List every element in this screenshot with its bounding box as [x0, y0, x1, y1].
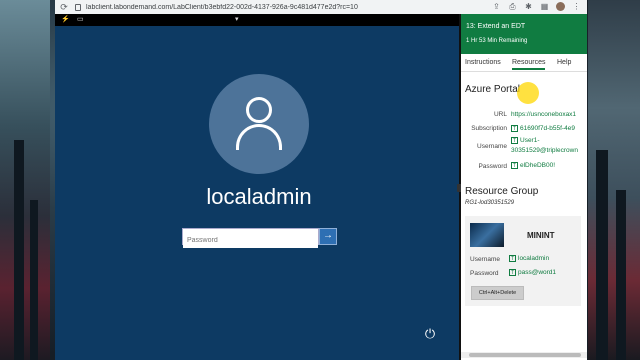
password-value[interactable]: TelDheDB00!: [511, 162, 555, 169]
share-icon[interactable]: ⇪: [492, 2, 501, 11]
power-icon[interactable]: ⏻: [422, 326, 438, 342]
resource-group-heading: Resource Group: [465, 186, 539, 197]
lab-panel: 13: Extend an EDT 1 Hr 53 Min Remaining …: [461, 14, 587, 360]
wallpaper-left: [0, 0, 50, 360]
portal-url-link[interactable]: https://usnconeboxax1: [511, 111, 576, 118]
time-remaining: 1 Hr 53 Min Remaining: [466, 38, 528, 44]
vm-toolbar: ⚡ ▭ ▾: [55, 14, 459, 26]
lock-icon[interactable]: [75, 3, 81, 11]
lab-header: 13: Extend an EDT 1 Hr 53 Min Remaining: [461, 14, 587, 54]
scrollbar-thumb[interactable]: [469, 353, 581, 357]
tab-help[interactable]: Help: [557, 59, 571, 66]
tab-resources[interactable]: Resources: [512, 59, 546, 70]
cursor-highlight: [517, 82, 539, 104]
lightning-icon[interactable]: ⚡: [61, 15, 70, 24]
url-label: URL: [493, 111, 507, 118]
avatar[interactable]: [556, 2, 565, 11]
vm-password-label: Password: [470, 270, 499, 277]
wallpaper-tower: [14, 140, 24, 360]
lab-title: 13: Extend an EDT: [466, 23, 526, 30]
submit-arrow-button[interactable]: →: [319, 228, 337, 245]
resource-group-id: RG1-lod30351529: [465, 200, 515, 206]
password-input[interactable]: [183, 233, 318, 248]
user-avatar: [209, 74, 309, 174]
type-text-icon[interactable]: T: [509, 255, 516, 262]
username-label: Username: [477, 143, 507, 150]
panel-tabs: Instructions Resources Help: [461, 56, 587, 72]
address-bar: ⟳ labclient.labondemand.com/LabClient/b3…: [55, 0, 587, 14]
vm-username-label: Username: [470, 256, 500, 263]
password-field[interactable]: [182, 228, 319, 248]
subscription-value[interactable]: T 61690f7d-b55f-4e9: [511, 125, 575, 132]
username-value[interactable]: T User1-: [511, 137, 540, 144]
wallpaper-tower: [30, 200, 38, 360]
user-icon-body: [236, 124, 282, 150]
browser-window: ⟳ labclient.labondemand.com/LabClient/b3…: [55, 0, 587, 360]
vm-thumbnail[interactable]: [470, 223, 504, 247]
tab-instructions[interactable]: Instructions: [465, 59, 501, 66]
grid-icon[interactable]: ▦: [540, 2, 549, 11]
remote-vm-screen[interactable]: ⚡ ▭ ▾ localadmin → ⏻: [55, 14, 459, 360]
menu-icon[interactable]: ⋮: [572, 2, 581, 11]
vm-card: MININT Username Tlocaladmin Password Tpa…: [465, 216, 581, 306]
subscription-label: Subscription: [471, 125, 507, 132]
chevron-down-icon[interactable]: ▾: [235, 15, 239, 24]
type-text-icon[interactable]: T: [509, 269, 516, 276]
print-icon[interactable]: ⎙: [508, 2, 517, 11]
type-text-icon[interactable]: T: [511, 162, 518, 169]
browser-toolbar: ⇪ ⎙ ✱ ▦ ⋮: [492, 2, 581, 11]
url-text[interactable]: labclient.labondemand.com/LabClient/b3eb…: [86, 4, 406, 11]
vm-username-value[interactable]: Tlocaladmin: [509, 255, 549, 262]
type-text-icon[interactable]: T: [511, 137, 518, 144]
horizontal-scrollbar[interactable]: [461, 352, 587, 358]
refresh-icon[interactable]: ⟳: [59, 2, 69, 12]
monitor-icon[interactable]: ▭: [77, 15, 84, 24]
wallpaper-tower: [596, 150, 608, 360]
azure-portal-heading: Azure Portal: [465, 84, 521, 95]
username-value-line2[interactable]: 30351529@triplecrown: [511, 147, 578, 154]
user-icon-head: [246, 97, 272, 123]
vm-name: MININT: [527, 231, 555, 240]
wallpaper-tower: [616, 190, 626, 360]
password-label: Password: [478, 163, 507, 170]
extensions-icon[interactable]: ✱: [524, 2, 533, 11]
ctrl-alt-delete-button[interactable]: Ctrl+Alt+Delete: [471, 286, 524, 300]
type-text-icon[interactable]: T: [511, 125, 518, 132]
login-username: localadmin: [206, 184, 312, 209]
vm-password-value[interactable]: Tpass@word1: [509, 269, 556, 276]
